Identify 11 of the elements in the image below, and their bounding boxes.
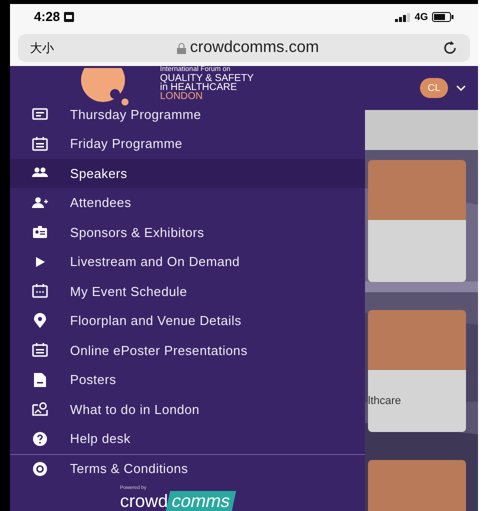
address-bar[interactable]: 大小 crowdcomms.com	[18, 34, 470, 62]
network-type: 4G	[414, 10, 428, 24]
text-size-button[interactable]: 大小	[30, 39, 54, 57]
crowdcomms-logo: crowd comms	[120, 491, 234, 511]
clock-time: 4:28	[34, 8, 60, 26]
url-text: crowdcomms.com	[190, 38, 319, 58]
event-title-line: LONDON	[160, 92, 204, 101]
event-title-line: in HEALTHCARE	[160, 83, 238, 92]
card-title: lthcare	[368, 394, 402, 409]
event-title-line: QUALITY & SAFETY	[160, 74, 254, 83]
menu-item[interactable]: Speakers	[10, 158, 365, 188]
